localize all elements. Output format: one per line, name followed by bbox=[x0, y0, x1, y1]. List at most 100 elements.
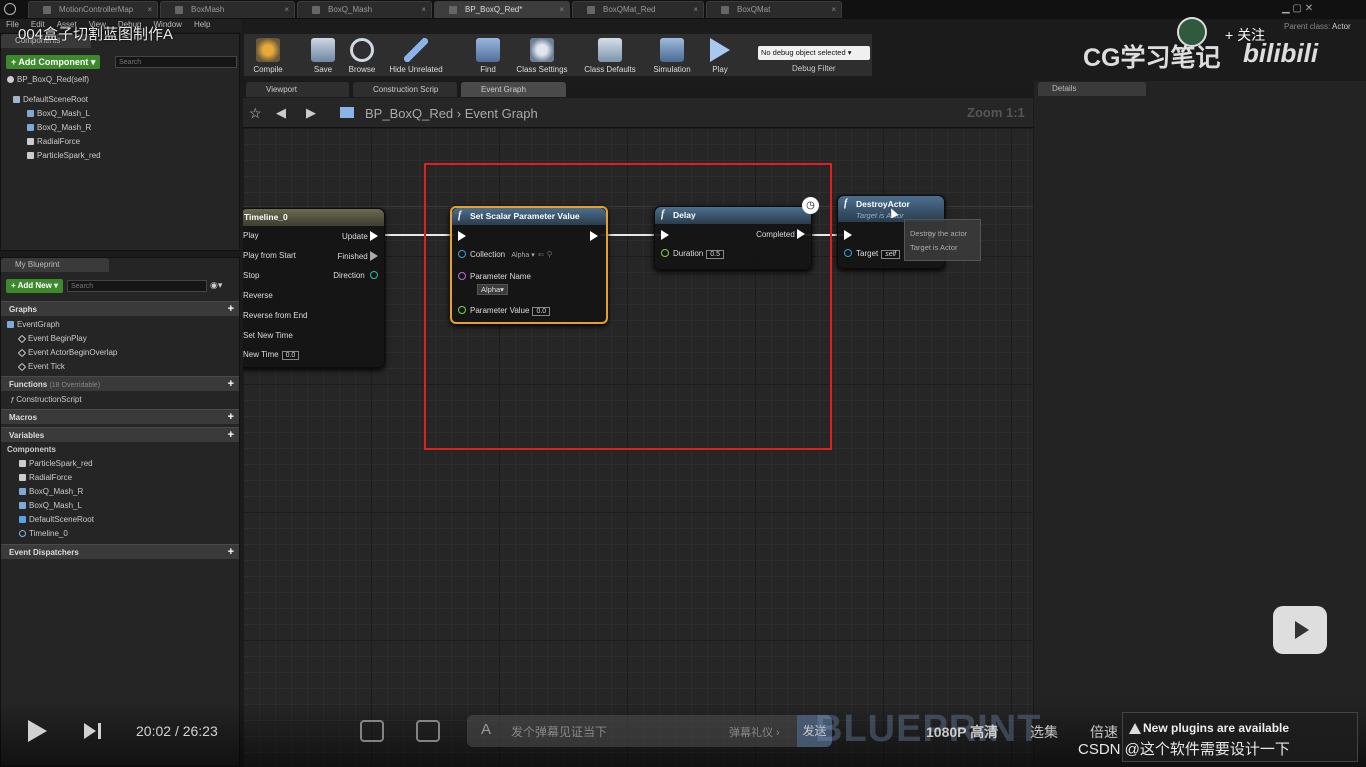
var-boxq-mash-r[interactable]: BoxQ_Mash_R bbox=[19, 485, 83, 499]
class-settings-button[interactable]: Class Settings bbox=[510, 36, 574, 76]
add-new-button[interactable]: + Add New ▾ bbox=[6, 279, 64, 293]
tree-item-defaultsceneroot[interactable]: DefaultSceneRoot bbox=[13, 93, 88, 107]
graphs-section[interactable]: Graphs + bbox=[1, 301, 239, 316]
browse-magnifier-icon bbox=[350, 38, 374, 62]
pin-reverse-from-end[interactable]: Reverse from End bbox=[243, 311, 307, 320]
window-controls[interactable]: ▁ ▢ ✕ bbox=[1282, 3, 1313, 14]
event-beginplay-item[interactable]: Event BeginPlay bbox=[17, 332, 87, 346]
class-defaults-button[interactable]: Class Defaults bbox=[578, 36, 642, 76]
back-arrow-icon[interactable]: ◀ bbox=[276, 105, 286, 121]
pin-target[interactable]: Target self bbox=[844, 249, 901, 259]
video-play-icon[interactable] bbox=[28, 720, 47, 742]
tv-play-icon[interactable] bbox=[1273, 606, 1327, 654]
close-icon[interactable]: × bbox=[284, 2, 289, 18]
close-icon[interactable]: × bbox=[421, 2, 426, 18]
tab-construction-script[interactable]: Construction Scrip bbox=[353, 82, 457, 97]
compile-icon bbox=[256, 38, 280, 62]
hide-unrelated-button[interactable]: Hide Unrelated bbox=[384, 36, 448, 76]
doc-tab-boxmash[interactable]: BoxMash × bbox=[160, 1, 295, 18]
pin-play[interactable]: Play bbox=[243, 231, 259, 240]
debug-object-select[interactable]: No debug object selected ▾ bbox=[758, 46, 870, 60]
target-value-input[interactable]: self bbox=[881, 250, 901, 259]
var-defaultsceneroot[interactable]: DefaultSceneRoot bbox=[19, 513, 94, 527]
doc-tab-motioncontrollermap[interactable]: MotionControllerMap × bbox=[28, 1, 158, 18]
timeline-node[interactable]: Timeline_0 Play Play from Start Stop Rev… bbox=[243, 208, 385, 368]
simulation-button[interactable]: Simulation bbox=[648, 36, 696, 76]
play-button[interactable]: Play bbox=[696, 36, 744, 76]
close-icon[interactable]: × bbox=[147, 2, 152, 18]
variables-section[interactable]: Variables + bbox=[1, 427, 239, 442]
event-tick-item[interactable]: Event Tick bbox=[17, 360, 65, 374]
construction-script-item[interactable]: f ConstructionScript bbox=[11, 393, 82, 407]
add-graph-icon[interactable]: + bbox=[228, 302, 234, 317]
tree-item-label: ParticleSpark_red bbox=[29, 459, 93, 468]
notification-text: New plugins are available bbox=[1143, 721, 1290, 735]
favorite-star-icon[interactable]: ☆ bbox=[249, 105, 262, 122]
blueprint-search-input[interactable]: Search bbox=[67, 280, 207, 292]
tab-viewport[interactable]: Viewport bbox=[246, 82, 349, 97]
components-panel: Components + Add Component ▾ Search BP_B… bbox=[0, 33, 240, 251]
doc-tab-boxqmat-red[interactable]: BoxQMat_Red × bbox=[572, 1, 704, 18]
doc-tab-bp-boxq-red[interactable]: BP_BoxQ_Red* × bbox=[434, 1, 570, 18]
pin-finished[interactable]: Finished bbox=[338, 251, 378, 261]
self-item[interactable]: BP_BoxQ_Red(self) bbox=[7, 73, 89, 87]
danmaku-etiquette-link[interactable]: 弹幕礼仪 › bbox=[729, 724, 780, 740]
compile-button[interactable]: Compile bbox=[244, 36, 292, 76]
breadcrumb-root[interactable]: BP_BoxQ_Red bbox=[365, 106, 453, 121]
var-timeline-0[interactable]: Timeline_0 bbox=[19, 527, 68, 541]
var-particlespark-red[interactable]: ParticleSpark_red bbox=[19, 457, 93, 471]
danmaku-toggle-icon[interactable] bbox=[360, 720, 384, 742]
exec-in-pin[interactable] bbox=[844, 230, 852, 240]
doc-tab-boxq-mash[interactable]: BoxQ_Mash × bbox=[297, 1, 432, 18]
var-radialforce[interactable]: RadialForce bbox=[19, 471, 72, 485]
danmaku-settings-icon[interactable] bbox=[416, 720, 440, 742]
components-search-input[interactable]: Search bbox=[115, 56, 237, 68]
tree-item-boxq-mash-r[interactable]: BoxQ_Mash_R bbox=[27, 121, 91, 135]
event-dispatchers-section[interactable]: Event Dispatchers + bbox=[1, 544, 239, 559]
add-variable-icon[interactable]: + bbox=[228, 428, 234, 443]
uploader-avatar[interactable] bbox=[1177, 17, 1207, 47]
pin-reverse[interactable]: Reverse bbox=[243, 291, 273, 300]
parent-class-label: Parent class: Actor bbox=[1284, 22, 1351, 31]
tree-item-radialforce[interactable]: RadialForce bbox=[27, 135, 80, 149]
menu-help[interactable]: Help bbox=[194, 20, 210, 29]
variables-components-category[interactable]: Components bbox=[7, 443, 56, 457]
pin-set-new-time[interactable]: Set New Time bbox=[243, 331, 293, 340]
tree-item-boxq-mash-l[interactable]: BoxQ_Mash_L bbox=[27, 107, 90, 121]
tree-item-particlespark-red[interactable]: ParticleSpark_red bbox=[27, 149, 101, 163]
close-icon[interactable]: × bbox=[693, 2, 698, 18]
pin-update[interactable]: Update bbox=[342, 231, 378, 241]
my-blueprint-tab[interactable]: My Blueprint bbox=[1, 258, 109, 272]
find-button[interactable]: Find bbox=[464, 36, 512, 76]
functions-section[interactable]: Functions (18 Overridable) + bbox=[1, 376, 239, 391]
visibility-eye-icon[interactable]: ◉▾ bbox=[210, 280, 222, 291]
tab-event-graph[interactable]: Event Graph bbox=[461, 82, 566, 97]
details-tab[interactable]: Details bbox=[1038, 82, 1146, 96]
macros-section[interactable]: Macros + bbox=[1, 409, 239, 424]
button-label: Hide Unrelated bbox=[389, 65, 443, 74]
pin-stop[interactable]: Stop bbox=[243, 271, 259, 280]
menu-file[interactable]: File bbox=[6, 20, 19, 29]
pin-new-time[interactable]: New Time 0.0 bbox=[243, 350, 300, 360]
close-icon[interactable]: × bbox=[559, 2, 564, 18]
select-episode-button[interactable]: 选集 bbox=[1030, 722, 1058, 742]
var-boxq-mash-l[interactable]: BoxQ_Mash_L bbox=[19, 499, 82, 513]
next-episode-icon[interactable] bbox=[84, 723, 96, 739]
event-graph-item[interactable]: EventGraph bbox=[7, 318, 60, 332]
event-actorbeginoverlap-item[interactable]: Event ActorBeginOverlap bbox=[17, 346, 117, 360]
add-dispatcher-icon[interactable]: + bbox=[228, 545, 234, 560]
add-component-button[interactable]: + Add Component ▾ bbox=[6, 55, 101, 69]
new-time-value-input[interactable]: 0.0 bbox=[281, 351, 300, 360]
doc-tab-boxqmat[interactable]: BoxQMat × bbox=[706, 1, 842, 18]
pin-play-from-start[interactable]: Play from Start bbox=[243, 251, 296, 260]
pin-direction[interactable]: Direction bbox=[333, 271, 378, 280]
add-macro-icon[interactable]: + bbox=[228, 410, 234, 425]
quality-button[interactable]: 1080P 高清 bbox=[926, 722, 998, 742]
close-icon[interactable]: × bbox=[831, 2, 836, 18]
breadcrumb-current[interactable]: Event Graph bbox=[465, 106, 538, 121]
browse-button[interactable]: Browse bbox=[338, 36, 386, 76]
tree-item-label: BoxQ_Mash_L bbox=[29, 501, 82, 510]
forward-arrow-icon[interactable]: ▶ bbox=[306, 105, 316, 121]
add-function-icon[interactable]: + bbox=[228, 377, 234, 392]
danmaku-input[interactable]: A 发个弹幕见证当下 弹幕礼仪 › 发送 bbox=[467, 715, 832, 747]
